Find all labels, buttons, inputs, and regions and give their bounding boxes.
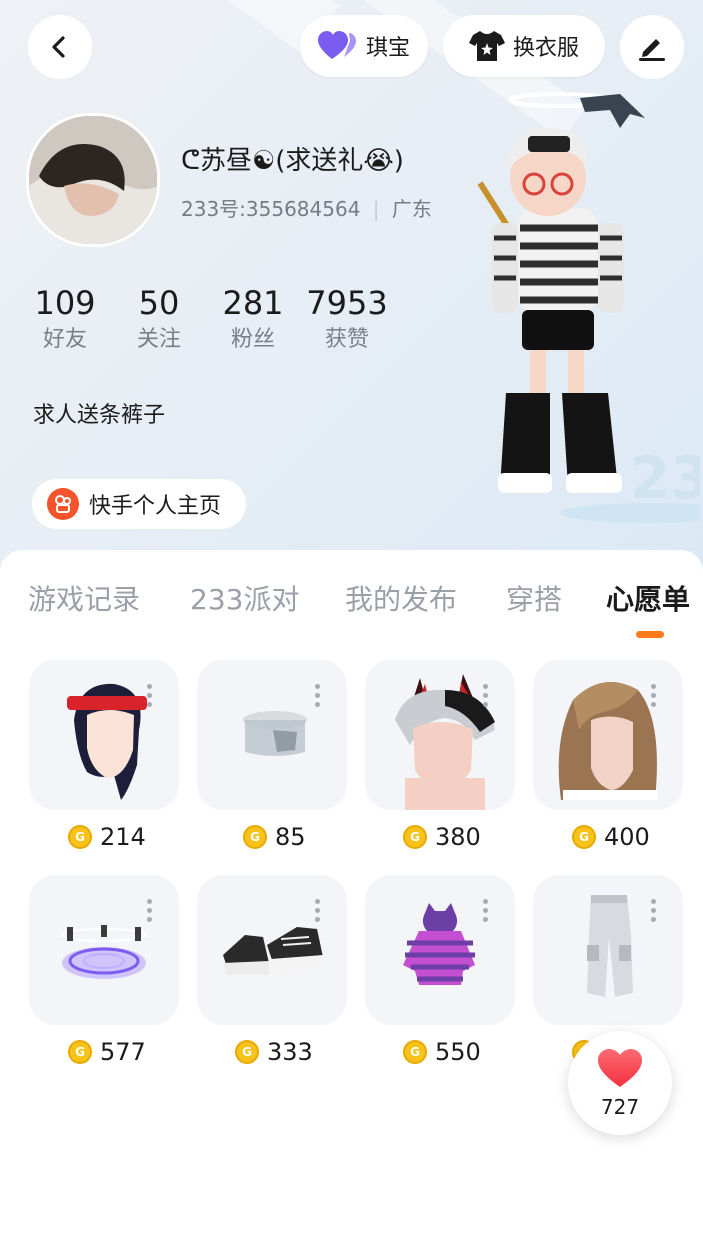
wavy-hair-item-icon <box>558 682 658 800</box>
active-tab-indicator <box>636 631 664 638</box>
wishlist-item-card[interactable] <box>197 660 347 810</box>
wishlist-item-card[interactable] <box>29 660 179 810</box>
wishlist-item-card[interactable] <box>29 875 179 1025</box>
more-options-icon[interactable] <box>651 899 657 926</box>
price-value: 577 <box>100 1038 146 1066</box>
stat-likes[interactable]: 7953 获赞 <box>297 283 397 357</box>
more-options-icon[interactable] <box>147 899 153 926</box>
back-arrow-icon <box>52 36 65 58</box>
stat-fans[interactable]: 281 粉丝 <box>203 283 303 357</box>
price-value: 550 <box>435 1038 481 1066</box>
change-outfit-label: 换衣服 <box>512 36 579 61</box>
item-price: G 85 <box>243 822 306 852</box>
tab-233-party[interactable]: 233派对 <box>190 578 299 618</box>
more-options-icon[interactable] <box>483 899 489 926</box>
g-coin-icon: G <box>68 825 92 849</box>
price-value: 333 <box>267 1038 313 1066</box>
kuaishou-logo-icon <box>47 488 79 520</box>
pencil-icon <box>639 39 665 61</box>
g-coin-icon: G <box>243 825 267 849</box>
like-count: 727 <box>600 1095 640 1119</box>
kuaishou-profile-label: 快手个人主页 <box>89 494 222 519</box>
svg-text:233: 233 <box>630 444 700 512</box>
more-options-icon[interactable] <box>651 684 657 711</box>
item-price: G 214 <box>68 822 146 852</box>
tab-game-records[interactable]: 游戏记录 <box>28 578 140 618</box>
tshirt-icon <box>468 31 505 61</box>
profile-nickname: ᕦ苏昼☯(求送礼😭) <box>181 146 404 176</box>
cargo-pants-item-icon <box>587 895 633 997</box>
qibao-button[interactable]: 琪宝 <box>300 15 428 77</box>
avatar-character[interactable]: 233 <box>470 88 700 528</box>
edit-profile-button[interactable] <box>620 15 684 79</box>
change-outfit-button[interactable]: 换衣服 <box>443 15 605 77</box>
stat-label: 关注 <box>136 327 181 352</box>
more-options-icon[interactable] <box>147 684 153 711</box>
wishlist-item-card[interactable] <box>365 875 515 1025</box>
profile-id-region: 233号:355684564 | 广东 <box>181 193 432 222</box>
price-value: 214 <box>100 823 146 851</box>
wishlist-item-card[interactable] <box>533 660 683 810</box>
item-price: G 550 <box>403 1037 481 1067</box>
price-value: 85 <box>275 823 306 851</box>
stat-value: 50 <box>138 284 180 322</box>
tab-outfits[interactable]: 穿搭 <box>506 578 562 618</box>
more-options-icon[interactable] <box>315 899 321 926</box>
more-options-icon[interactable] <box>483 684 489 711</box>
more-options-icon[interactable] <box>315 684 321 711</box>
separator: | <box>372 197 380 221</box>
item-price: G 333 <box>235 1037 313 1067</box>
wishlist-item-card[interactable] <box>533 875 683 1025</box>
tab-wishlist[interactable]: 心愿单 <box>606 578 690 618</box>
g-coin-icon: G <box>403 825 427 849</box>
g-coin-icon: G <box>235 1040 259 1064</box>
g-coin-icon: G <box>572 825 596 849</box>
stat-value: 281 <box>222 284 284 322</box>
like-button[interactable]: 727 <box>568 1031 672 1135</box>
item-price: G 380 <box>403 822 481 852</box>
profile-bio: 求人送条裤子 <box>33 403 166 428</box>
magic-circle-item-icon <box>61 925 147 979</box>
profile-id: 233号:355684564 <box>181 197 361 221</box>
profile-avatar[interactable] <box>26 113 160 247</box>
sneakers-item-icon <box>223 927 325 975</box>
profile-region: 广东 <box>391 197 432 221</box>
wishlist-item-card[interactable] <box>197 875 347 1025</box>
heart-icon <box>598 1049 642 1087</box>
headband-hair-item-icon <box>67 683 147 800</box>
stat-label: 获赞 <box>324 327 369 352</box>
g-coin-icon: G <box>403 1040 427 1064</box>
stat-friends[interactable]: 109 好友 <box>15 283 115 357</box>
back-button[interactable] <box>28 15 92 79</box>
item-price: G 577 <box>68 1037 146 1067</box>
visor-item-icon <box>243 711 307 756</box>
stat-value: 109 <box>34 284 96 322</box>
wishlist-item-card[interactable] <box>365 660 515 810</box>
price-value: 400 <box>604 823 650 851</box>
striped-hoodie-item-icon <box>403 903 475 985</box>
tab-my-posts[interactable]: 我的发布 <box>345 578 457 618</box>
stat-value: 7953 <box>306 284 388 322</box>
qibao-label: 琪宝 <box>365 36 410 61</box>
stat-label: 粉丝 <box>230 327 275 352</box>
stat-label: 好友 <box>42 327 87 352</box>
purple-heart-icon <box>317 31 356 59</box>
g-coin-icon: G <box>68 1040 92 1064</box>
kuaishou-profile-button[interactable]: 快手个人主页 <box>32 479 246 529</box>
demon-horns-hair-item-icon <box>395 674 495 810</box>
item-price: G 400 <box>572 822 650 852</box>
stat-following[interactable]: 50 关注 <box>109 283 209 357</box>
price-value: 380 <box>435 823 481 851</box>
